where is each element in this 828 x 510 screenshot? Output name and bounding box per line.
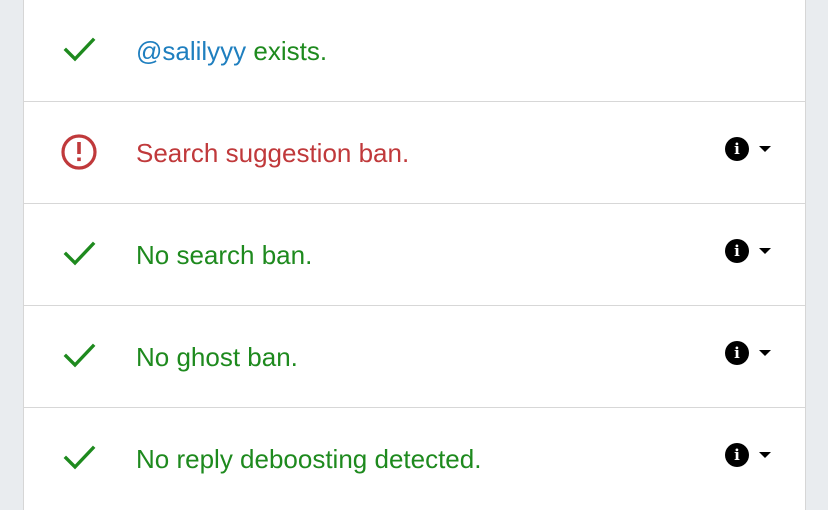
check-icon [60, 337, 98, 375]
check-icon [60, 235, 98, 273]
result-row-account-exists: @salilyyy exists. [24, 0, 805, 102]
result-label-account-exists: @salilyyy exists. [136, 34, 327, 68]
check-icon [60, 31, 98, 69]
check-icon [60, 439, 98, 477]
result-label-search-suggestion-ban: Search suggestion ban. [136, 138, 410, 168]
caret-down-icon[interactable] [759, 350, 771, 356]
account-exists-text: exists. [246, 36, 328, 66]
info-icon[interactable]: i [725, 443, 749, 467]
result-label-reply-deboosting: No reply deboosting detected. [136, 444, 482, 474]
result-row-reply-deboosting: No reply deboosting detected. i [24, 408, 805, 510]
caret-down-icon[interactable] [759, 452, 771, 458]
result-row-ghost-ban: No ghost ban. i [24, 306, 805, 408]
caret-down-icon[interactable] [759, 146, 771, 152]
info-icon[interactable]: i [725, 137, 749, 161]
info-icon[interactable]: i [725, 239, 749, 263]
details-toggle-search-suggestion-ban[interactable]: i [725, 137, 771, 161]
profile-handle-link[interactable]: @salilyyy [136, 36, 246, 66]
details-toggle-reply-deboosting[interactable]: i [725, 443, 771, 467]
caret-down-icon[interactable] [759, 248, 771, 254]
result-row-search-suggestion-ban: Search suggestion ban. i [24, 102, 805, 204]
details-toggle-ghost-ban[interactable]: i [725, 341, 771, 365]
result-label-ghost-ban: No ghost ban. [136, 342, 298, 372]
info-icon[interactable]: i [725, 341, 749, 365]
alert-circle-icon [60, 133, 98, 171]
result-label-search-ban: No search ban. [136, 240, 313, 270]
details-toggle-search-ban[interactable]: i [725, 239, 771, 263]
result-row-search-ban: No search ban. i [24, 204, 805, 306]
shadowban-results-panel: @salilyyy exists. Search suggestion ban.… [23, 0, 806, 510]
